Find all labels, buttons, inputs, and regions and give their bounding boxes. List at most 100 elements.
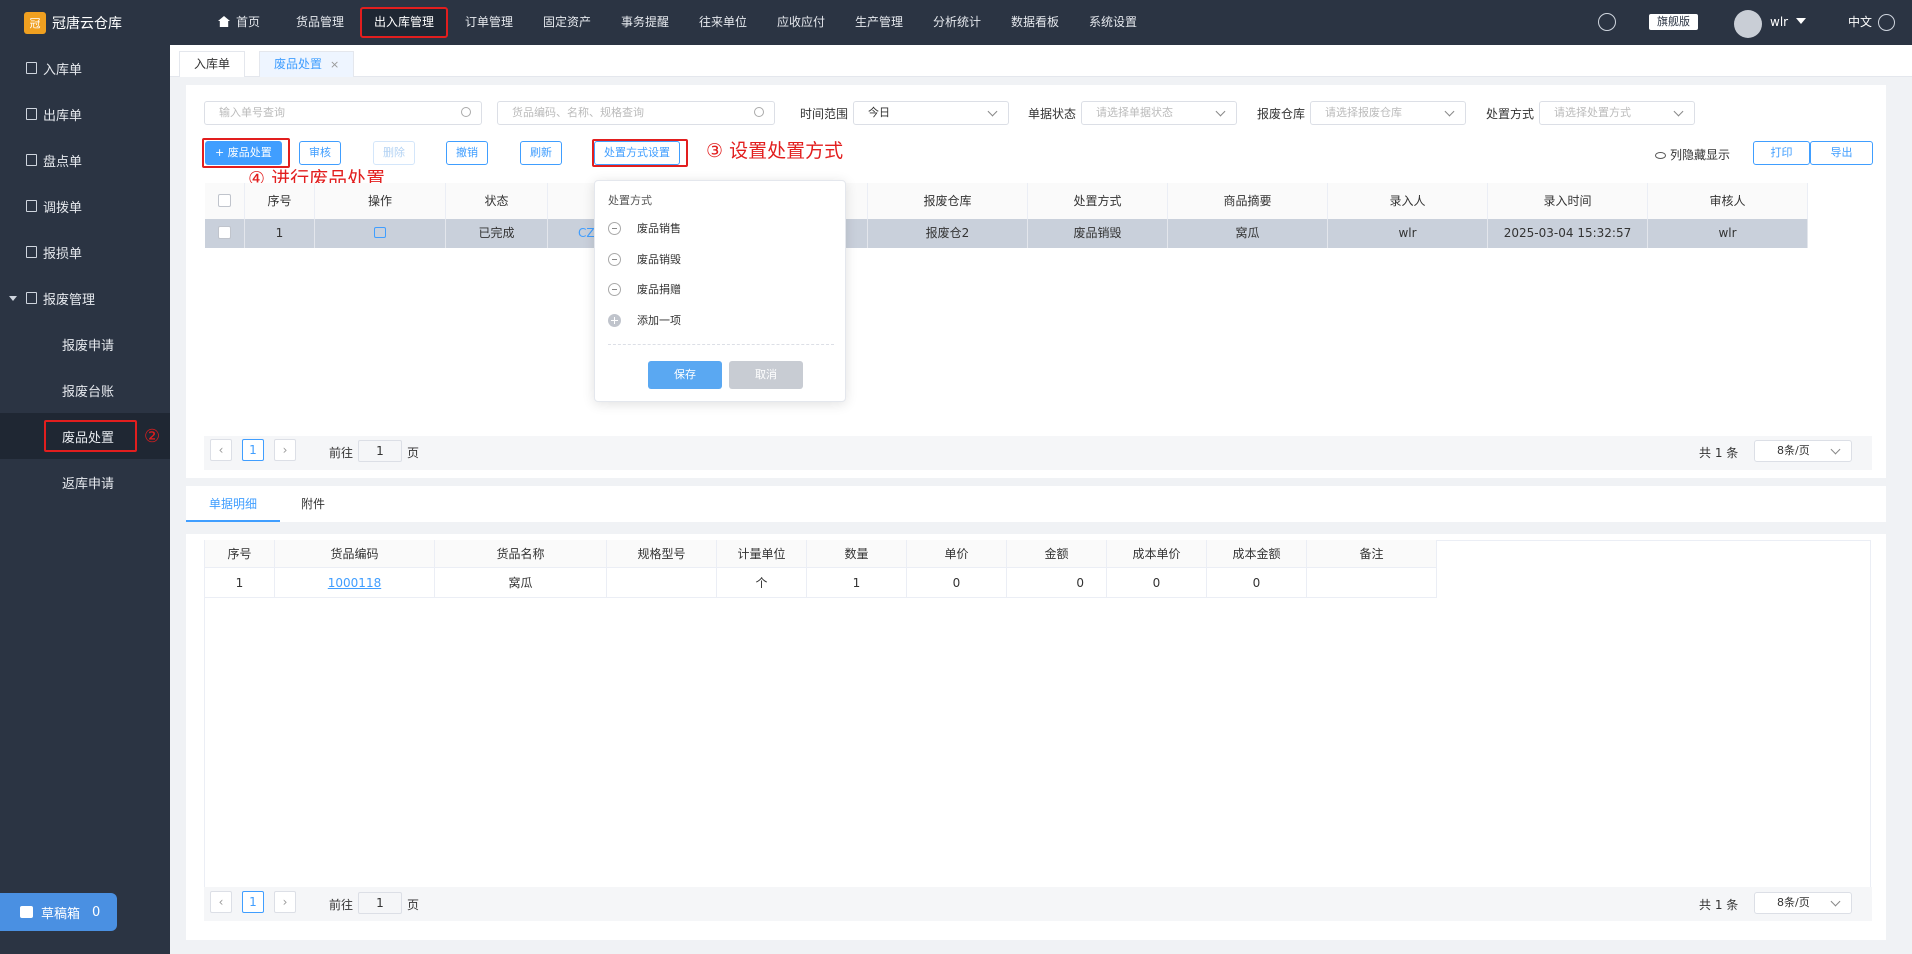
nav-partners[interactable]: 往来单位: [699, 0, 747, 45]
export-button[interactable]: 导出: [1810, 141, 1873, 165]
button-label: 删除: [383, 146, 405, 159]
sidebar-item-loss[interactable]: 报损单: [0, 229, 170, 275]
avatar[interactable]: [1734, 10, 1762, 38]
close-icon[interactable]: ×: [330, 58, 339, 71]
chevron-down-icon: [987, 106, 998, 117]
user-menu[interactable]: wlr: [1770, 0, 1807, 45]
placeholder: 请选择报废仓库: [1325, 106, 1402, 119]
sidebar-item-outbound[interactable]: 出库单: [0, 91, 170, 137]
nav-inout[interactable]: 出入库管理: [360, 7, 449, 38]
goto-suffix: 页: [407, 898, 420, 912]
sidebar-item-inbound[interactable]: 入库单: [0, 45, 170, 91]
prev-page-button[interactable]: ‹: [210, 891, 232, 913]
tab-detail[interactable]: 单据明细: [186, 486, 280, 522]
sidebar-item-transfer[interactable]: 调拨单: [0, 183, 170, 229]
button-label: 撤销: [456, 146, 478, 159]
warehouse-select[interactable]: 请选择报废仓库: [1310, 101, 1466, 125]
col-header[interactable]: 状态: [446, 183, 548, 219]
app-name: 冠唐云仓库: [52, 15, 122, 32]
draft-count: 0: [92, 904, 101, 920]
cancel-button[interactable]: 取消: [729, 361, 803, 389]
next-page-button[interactable]: ›: [274, 439, 296, 461]
table-cell: 已完成: [446, 219, 548, 248]
folder-icon: [26, 154, 37, 166]
method-option: 废品捐赠: [608, 282, 681, 298]
page-size-select[interactable]: 8条/页: [1754, 892, 1852, 914]
tab-attachments[interactable]: 附件: [301, 486, 325, 522]
sidebar-item-label: 报废管理: [43, 292, 96, 308]
globe-icon[interactable]: [1878, 14, 1895, 31]
sidebar-item-scrap-management[interactable]: 报废管理: [0, 275, 170, 321]
row-checkbox-cell[interactable]: [205, 219, 245, 248]
sidebar-item-scrap-ledger[interactable]: 报废台账: [0, 367, 170, 413]
nav-orders[interactable]: 订单管理: [465, 0, 513, 45]
delete-button[interactable]: 删除: [373, 141, 415, 165]
home-icon: [218, 16, 230, 27]
nav-analytics[interactable]: 分析统计: [933, 0, 981, 45]
user-name: wlr: [1770, 15, 1789, 29]
col-header: 金额: [1007, 540, 1107, 568]
goods-search-input[interactable]: 货品编码、名称、规格查询: [497, 101, 775, 125]
folder-icon: [26, 62, 37, 74]
col-header: 操作: [315, 183, 446, 219]
nav-assets[interactable]: 固定资产: [543, 0, 591, 45]
audit-button[interactable]: 审核: [299, 141, 341, 165]
method-select[interactable]: 请选择处置方式: [1539, 101, 1695, 125]
sidebar-item-label: 报废申请: [62, 338, 115, 354]
goto-page-input[interactable]: 1: [358, 440, 402, 462]
select-all-checkbox-cell[interactable]: [205, 183, 245, 219]
divider: [608, 344, 834, 345]
next-page-button[interactable]: ›: [274, 891, 296, 913]
refresh-button[interactable]: 刷新: [520, 141, 562, 165]
col-header: 审核人: [1648, 183, 1808, 219]
disposal-method-popover: 处置方式 废品销售 废品销毁 废品捐赠 添加一项 保存 取消: [594, 180, 846, 402]
goods-code-link[interactable]: 1000118: [275, 568, 435, 598]
total-count: 共 1 条: [1699, 898, 1739, 912]
nav-reminders[interactable]: 事务提醒: [621, 0, 669, 45]
status-label: 单据状态: [1028, 107, 1077, 121]
nav-production[interactable]: 生产管理: [855, 0, 903, 45]
sidebar-item-label: 报废台账: [62, 384, 115, 400]
page-number[interactable]: 1: [242, 439, 264, 461]
sidebar-item-return-apply[interactable]: 返库申请: [0, 459, 170, 505]
chevron-down-icon: [1673, 106, 1684, 117]
order-search-input[interactable]: 输入单号查询: [204, 101, 482, 125]
sidebar-item-stocktake[interactable]: 盘点单: [0, 137, 170, 183]
print-icon[interactable]: [374, 227, 386, 238]
save-button[interactable]: 保存: [648, 361, 722, 389]
add-option[interactable]: 添加一项: [608, 313, 681, 329]
nav-receivables[interactable]: 应收应付: [777, 0, 825, 45]
remove-icon[interactable]: [608, 253, 621, 266]
tab-inbound[interactable]: 入库单: [179, 51, 246, 77]
nav-label: 首页: [236, 15, 261, 29]
nav-home[interactable]: 首页: [218, 0, 260, 45]
revoke-button[interactable]: 撤销: [446, 141, 488, 165]
language-switch[interactable]: 中文: [1848, 0, 1872, 45]
col-header: 货品名称: [435, 540, 607, 568]
time-range-select[interactable]: 今日: [853, 101, 1009, 125]
chip-icon[interactable]: [1598, 13, 1616, 31]
draft-box-button[interactable]: 草稿箱 0: [0, 893, 117, 931]
app-logo[interactable]: 冠 冠唐云仓库: [0, 0, 170, 45]
divider: [186, 522, 1886, 534]
nav-dashboard[interactable]: 数据看板: [1011, 0, 1059, 45]
prev-page-button[interactable]: ‹: [210, 439, 232, 461]
goto-page-input[interactable]: 1: [358, 892, 402, 914]
sidebar-item-scrap-apply[interactable]: 报废申请: [0, 321, 170, 367]
page-size-select[interactable]: 8条/页: [1754, 440, 1852, 462]
sidebar-item-label: 盘点单: [43, 154, 83, 170]
remove-icon[interactable]: [608, 283, 621, 296]
table-cell: 窝瓜: [435, 568, 607, 598]
tab-waste-disposal[interactable]: 废品处置 ×: [259, 51, 355, 77]
print-button[interactable]: 打印: [1753, 141, 1810, 165]
nav-settings[interactable]: 系统设置: [1089, 0, 1137, 45]
nav-goods[interactable]: 货品管理: [296, 0, 344, 45]
checkbox[interactable]: [218, 194, 231, 207]
remove-icon[interactable]: [608, 222, 621, 235]
method-option: 废品销毁: [608, 252, 681, 268]
page-number[interactable]: 1: [242, 891, 264, 913]
column-visibility-toggle[interactable]: 列隐藏显示: [1655, 146, 1730, 163]
checkbox[interactable]: [218, 226, 231, 239]
status-select[interactable]: 请选择单据状态: [1081, 101, 1237, 125]
col-header: 商品摘要: [1168, 183, 1328, 219]
